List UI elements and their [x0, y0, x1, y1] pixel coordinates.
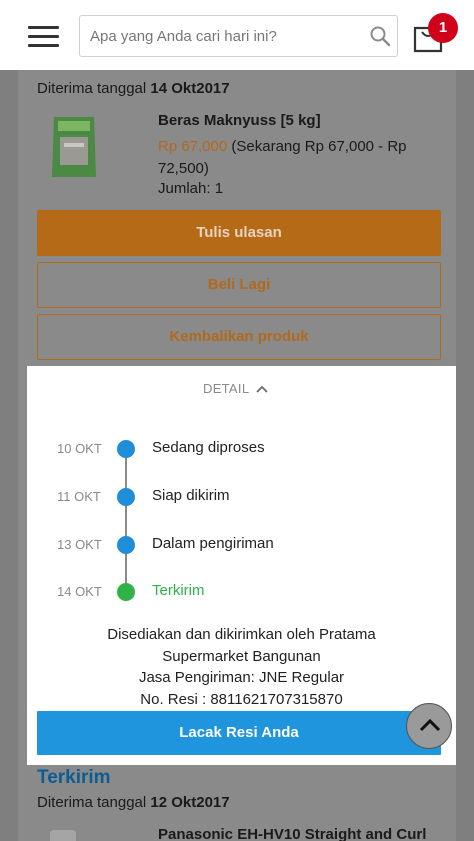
- tracking-number: No. Resi : 8811621707315870: [140, 690, 343, 708]
- product-name-2[interactable]: Panasonic EH-HV10 Straight and Curl: [158, 826, 426, 841]
- product-quantity: Jumlah: 1: [158, 180, 224, 197]
- write-review-button[interactable]: Tulis ulasan: [37, 210, 441, 256]
- courier-line: Jasa Pengiriman: JNE Regular: [138, 669, 345, 686]
- product-name[interactable]: Beras Maknyuss [5 kg]: [158, 112, 321, 129]
- rice-bag-image: [52, 117, 96, 177]
- order-status-heading: Terkirim: [37, 767, 111, 788]
- timeline-status-delivered: Terkirim: [152, 582, 205, 599]
- timeline-status: Siap dikirim: [152, 487, 230, 504]
- buy-again-button[interactable]: Beli Lagi: [37, 262, 441, 308]
- timeline-date: 11 OKT: [57, 489, 101, 504]
- product-price: Rp 67,000 (Sekarang Rp 67,000 - Rp 72,50…: [158, 138, 407, 177]
- timeline-date: 13 OKT: [57, 537, 102, 552]
- product-thumbnail-2: [50, 830, 76, 841]
- chevron-up-icon: [419, 718, 441, 732]
- search-icon[interactable]: [369, 25, 391, 47]
- received-date-line-2: Diterima tanggal 12 Okt2017: [37, 794, 230, 811]
- timeline-date: 10 OKT: [57, 441, 102, 456]
- detail-toggle[interactable]: DETAIL: [203, 381, 249, 396]
- timeline-dot-delivered: [117, 583, 135, 601]
- timeline-dot: [117, 536, 135, 554]
- top-header: 1: [0, 0, 474, 70]
- cart-count-badge: 1: [428, 13, 458, 43]
- search-box: [79, 15, 398, 57]
- shipping-info: Disediakan dan dikirimkan oleh Pratama S…: [27, 624, 456, 710]
- search-input[interactable]: [90, 16, 360, 56]
- timeline-date: 14 OKT: [57, 584, 102, 599]
- menu-icon[interactable]: [28, 26, 59, 48]
- received-date-line: Diterima tanggal 14 Okt2017: [37, 80, 230, 97]
- seller-line: Disediakan dan dikirimkan oleh Pratama S…: [107, 626, 376, 665]
- timeline-dot: [117, 488, 135, 506]
- chevron-up-icon[interactable]: [256, 385, 268, 393]
- timeline-line: [125, 448, 127, 592]
- track-shipment-button[interactable]: Lacak Resi Anda: [37, 711, 441, 755]
- timeline-dot: [117, 440, 135, 458]
- order-detail-panel: DETAIL 10 OKT Sedang diproses 11 OKT Sia…: [27, 366, 456, 765]
- timeline-status: Sedang diproses: [152, 439, 265, 456]
- timeline-status: Dalam pengiriman: [152, 535, 274, 552]
- scroll-to-top-button[interactable]: [406, 703, 452, 749]
- return-product-button[interactable]: Kembalikan produk: [37, 314, 441, 360]
